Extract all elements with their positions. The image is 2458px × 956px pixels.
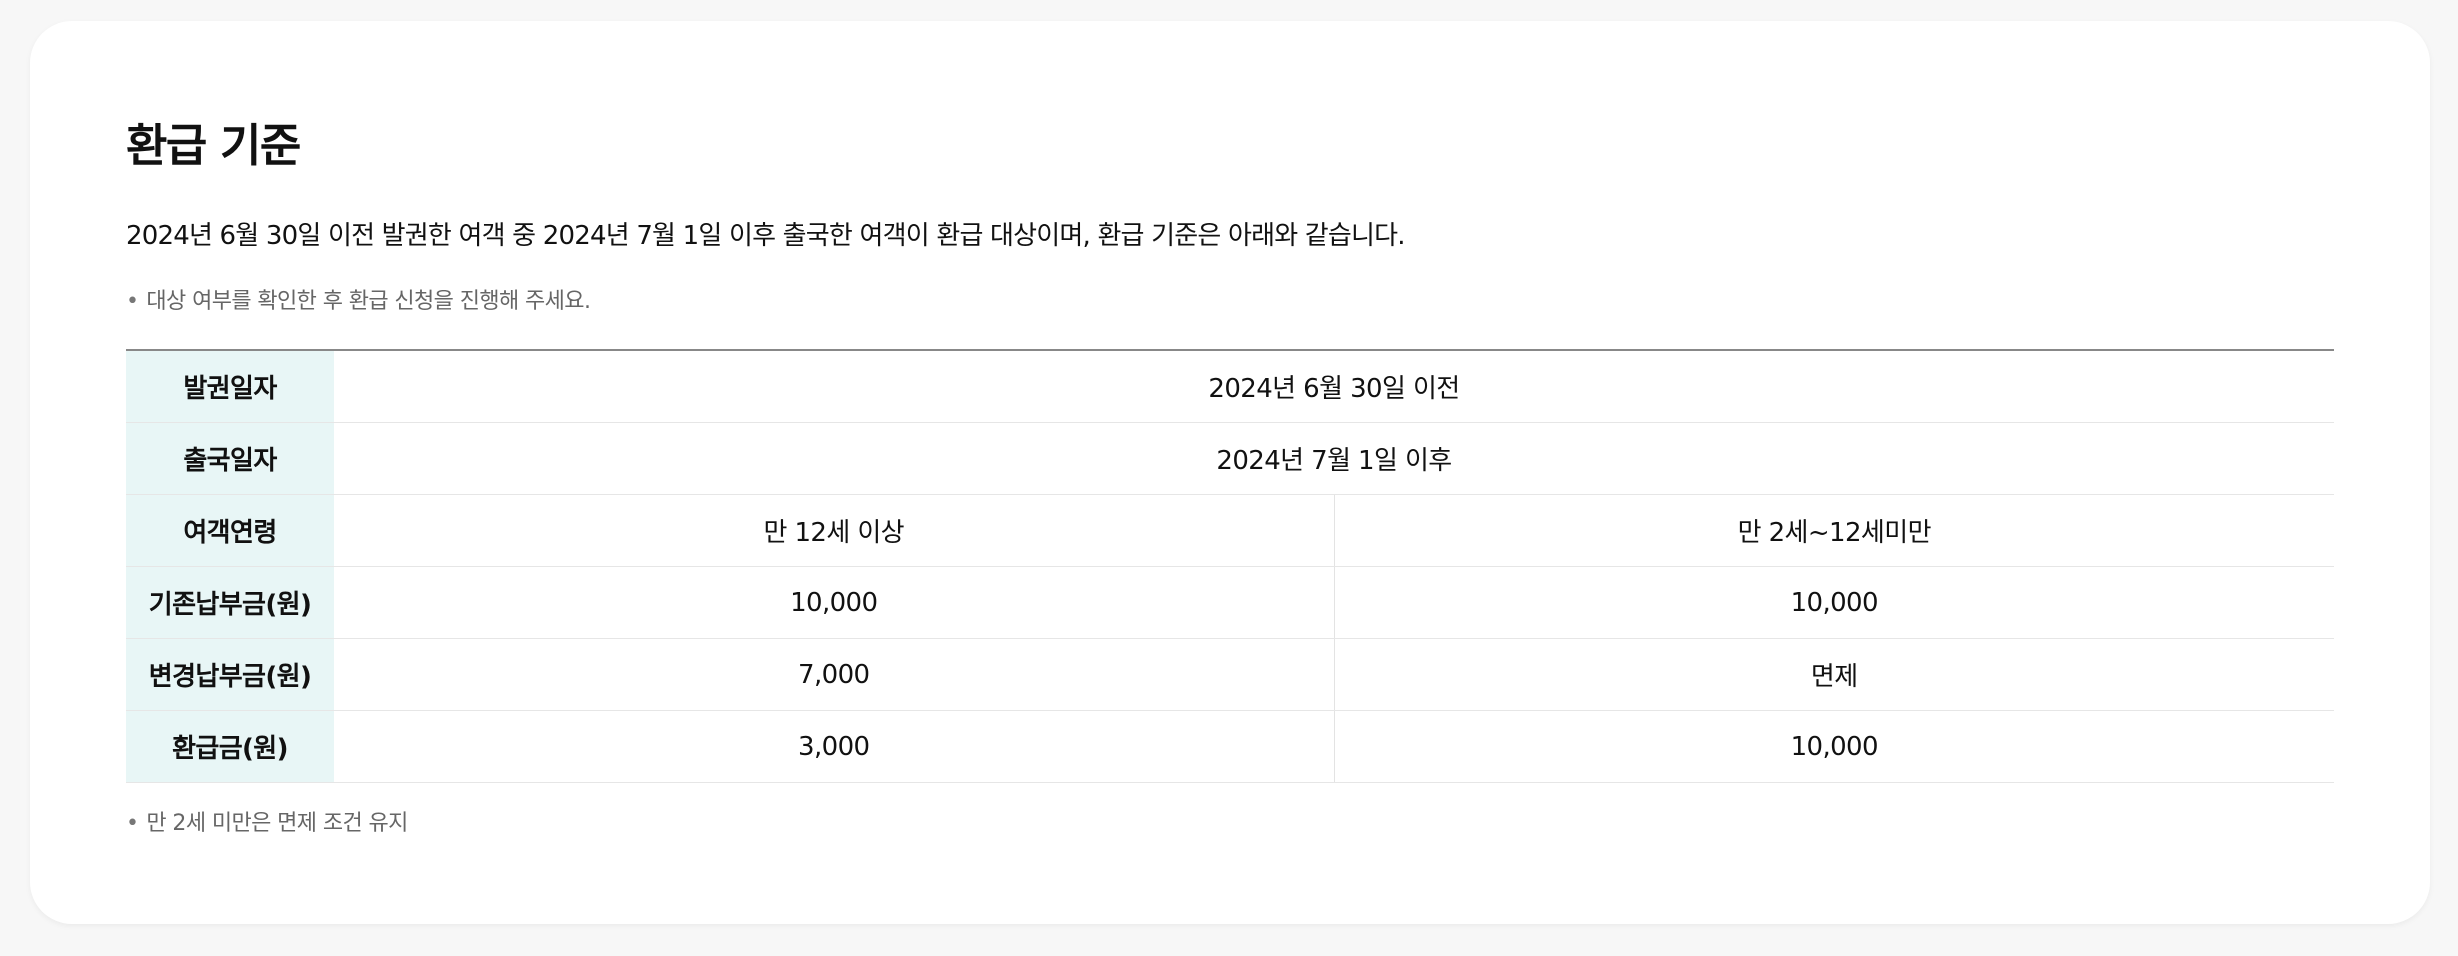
row-header-original-fee: 기존납부금(원)	[126, 566, 334, 639]
row-header-changed-fee: 변경납부금(원)	[126, 638, 334, 711]
row-header-departure-date: 출국일자	[126, 422, 334, 495]
section-title: 환급 기준	[126, 119, 301, 172]
cell-departure-date: 2024년 7월 1일 이후	[334, 422, 2334, 495]
cell-original-fee-adult: 10,000	[334, 566, 1334, 639]
cell-changed-fee-adult: 7,000	[334, 638, 1334, 711]
cell-original-fee-child: 10,000	[1333, 566, 2334, 639]
table-row: 변경납부금(원) 7,000 면제	[126, 638, 2334, 711]
table-row: 환급금(원) 3,000 10,000	[126, 710, 2334, 783]
refund-criteria-table: 발권일자 2024년 6월 30일 이전 출국일자 2024년 7월 1일 이후…	[126, 349, 2334, 783]
note-top-text: 대상 여부를 확인한 후 환급 신청을 진행해 주세요.	[146, 289, 591, 314]
cell-changed-fee-child: 면제	[1333, 638, 2334, 711]
cell-age-child: 만 2세~12세미만	[1333, 494, 2334, 567]
table-row: 기존납부금(원) 10,000 10,000	[126, 566, 2334, 639]
table-row: 발권일자 2024년 6월 30일 이전	[126, 349, 2334, 423]
note-top: • 대상 여부를 확인한 후 환급 신청을 진행해 주세요.	[126, 288, 591, 317]
bullet-icon: •	[126, 811, 139, 836]
note-bottom-text: 만 2세 미만은 면제 조건 유지	[146, 811, 408, 836]
cell-issue-date: 2024년 6월 30일 이전	[334, 349, 2334, 423]
table-row: 출국일자 2024년 7월 1일 이후	[126, 422, 2334, 495]
row-header-passenger-age: 여객연령	[126, 494, 334, 567]
section-intro: 2024년 6월 30일 이전 발권한 여객 중 2024년 7월 1일 이후 …	[126, 221, 1406, 251]
cell-refund-adult: 3,000	[334, 710, 1334, 783]
row-header-issue-date: 발권일자	[126, 349, 334, 423]
bullet-icon: •	[126, 289, 139, 314]
cell-age-adult: 만 12세 이상	[334, 494, 1334, 567]
cell-refund-child: 10,000	[1333, 710, 2334, 783]
row-header-refund-amount: 환급금(원)	[126, 710, 334, 783]
note-bottom: • 만 2세 미만은 면제 조건 유지	[126, 810, 408, 839]
refund-criteria-card: 환급 기준 2024년 6월 30일 이전 발권한 여객 중 2024년 7월 …	[30, 21, 2430, 924]
table-row: 여객연령 만 12세 이상 만 2세~12세미만	[126, 494, 2334, 567]
